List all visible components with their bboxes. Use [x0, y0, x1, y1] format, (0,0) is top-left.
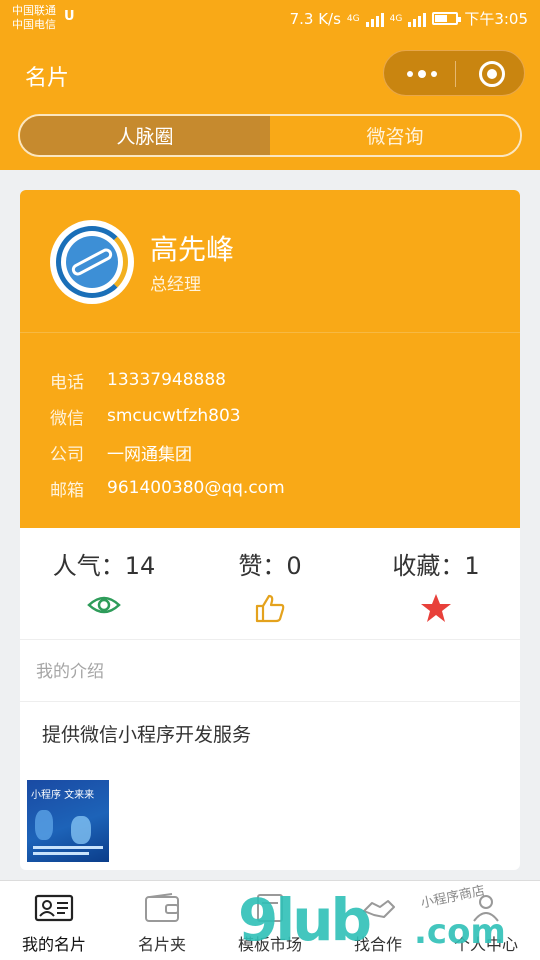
stats-row: 人气：14 赞：0 收藏：1 — [20, 528, 520, 640]
thumb-title: 小程序 文来来 — [31, 790, 95, 801]
handshake-icon — [358, 893, 398, 923]
target-icon[interactable] — [479, 61, 505, 87]
thumb-shape — [35, 810, 53, 840]
tab-card-holder[interactable]: 名片夹 — [108, 881, 216, 960]
intro-text: 提供微信小程序开发服务 — [42, 724, 252, 746]
tab-label: 我的名片 — [21, 935, 86, 954]
header-divider — [20, 332, 520, 333]
card-header: 高先峰 总经理 电话 13337948888 微信 smcucwtfzh803 … — [20, 190, 520, 528]
carrier-2: 中国电信 — [12, 18, 56, 31]
business-card: 高先峰 总经理 电话 13337948888 微信 smcucwtfzh803 … — [20, 190, 520, 870]
tab-cooperation[interactable]: 找合作 — [324, 881, 432, 960]
stat-likes[interactable]: 赞：0 — [190, 546, 350, 623]
tab-personal-center[interactable]: 个人中心 — [432, 881, 540, 960]
thumbs-up-icon — [190, 593, 350, 623]
tab-weizixun[interactable]: 微咨询 — [270, 116, 520, 155]
template-icon — [250, 893, 290, 923]
user-icon — [466, 893, 506, 923]
capsule-divider — [455, 61, 456, 87]
net-1-label: 4G — [346, 13, 360, 24]
nav-bar: 名片 人脉圈 微咨询 — [0, 38, 540, 170]
star-icon — [356, 593, 516, 623]
carrier-1: 中国联通 — [12, 4, 56, 17]
stat-label: 赞：0 — [238, 552, 302, 580]
thumb-shape — [71, 816, 91, 844]
tab-renmai[interactable]: 人脉圈 — [20, 116, 270, 155]
person-role: 总经理 — [150, 275, 201, 295]
signal-icon-2 — [408, 11, 427, 27]
u-shield-icon: U — [64, 9, 75, 24]
page-title: 名片 — [25, 66, 70, 91]
tab-my-card[interactable]: 我的名片 — [0, 881, 108, 960]
stat-favorites[interactable]: 收藏：1 — [356, 546, 516, 623]
tab-label: 个人中心 — [453, 935, 518, 954]
info-value: 一网通集团 — [107, 444, 192, 465]
wallet-icon — [142, 893, 182, 923]
miniprogram-capsule — [383, 50, 525, 96]
contact-info: 电话 13337948888 微信 smcucwtfzh803 公司 一网通集团… — [50, 362, 285, 506]
tab-template-market[interactable]: 模板市场 — [216, 881, 324, 960]
thumb-line — [33, 846, 103, 849]
info-row-phone[interactable]: 电话 13337948888 — [50, 362, 285, 398]
status-bar: 中国联通 中国电信 U 7.3 K/s 4G 4G 下午3:05 — [0, 0, 540, 38]
info-key: 公司 — [50, 444, 84, 465]
info-row-wechat[interactable]: 微信 smcucwtfzh803 — [50, 398, 285, 434]
tab-label: 模板市场 — [237, 935, 302, 954]
stat-label: 人气：14 — [52, 552, 156, 580]
network-speed: 7.3 K/s — [289, 9, 341, 28]
carrier-info: 中国联通 中国电信 — [12, 4, 56, 32]
clock: 下午3:05 — [464, 10, 528, 28]
eye-icon — [24, 593, 184, 617]
battery-icon — [432, 12, 462, 25]
info-row-company[interactable]: 公司 一网通集团 — [50, 434, 285, 470]
info-row-email[interactable]: 邮箱 961400380@qq.com — [50, 470, 285, 506]
avatar[interactable] — [50, 220, 134, 304]
info-key: 微信 — [50, 408, 84, 429]
stat-popularity[interactable]: 人气：14 — [24, 546, 184, 617]
tab-bar: 我的名片 名片夹 模板市场 找合作 个人中心 — [0, 880, 540, 960]
net-2-label: 4G — [389, 13, 403, 24]
person-name: 高先峰 — [150, 233, 235, 266]
intro-image[interactable]: 小程序 文来来 — [27, 780, 109, 862]
id-card-icon — [34, 893, 74, 923]
info-key: 邮箱 — [50, 480, 84, 501]
signal-icon — [365, 11, 384, 27]
segmented-control: 人脉圈 微咨询 — [18, 114, 522, 157]
intro-heading: 我的介绍 — [20, 642, 520, 702]
info-value: 961400380@qq.com — [107, 478, 285, 498]
tab-label: 名片夹 — [137, 935, 186, 954]
info-value: 13337948888 — [107, 370, 226, 390]
more-dots-icon[interactable] — [404, 64, 440, 84]
thumb-line — [33, 852, 89, 855]
info-key: 电话 — [50, 372, 84, 393]
tab-label: 找合作 — [353, 935, 402, 954]
info-value: smcucwtfzh803 — [107, 406, 241, 426]
status-right: 7.3 K/s 4G 4G 下午3:05 — [290, 8, 528, 29]
stat-label: 收藏：1 — [392, 552, 480, 580]
